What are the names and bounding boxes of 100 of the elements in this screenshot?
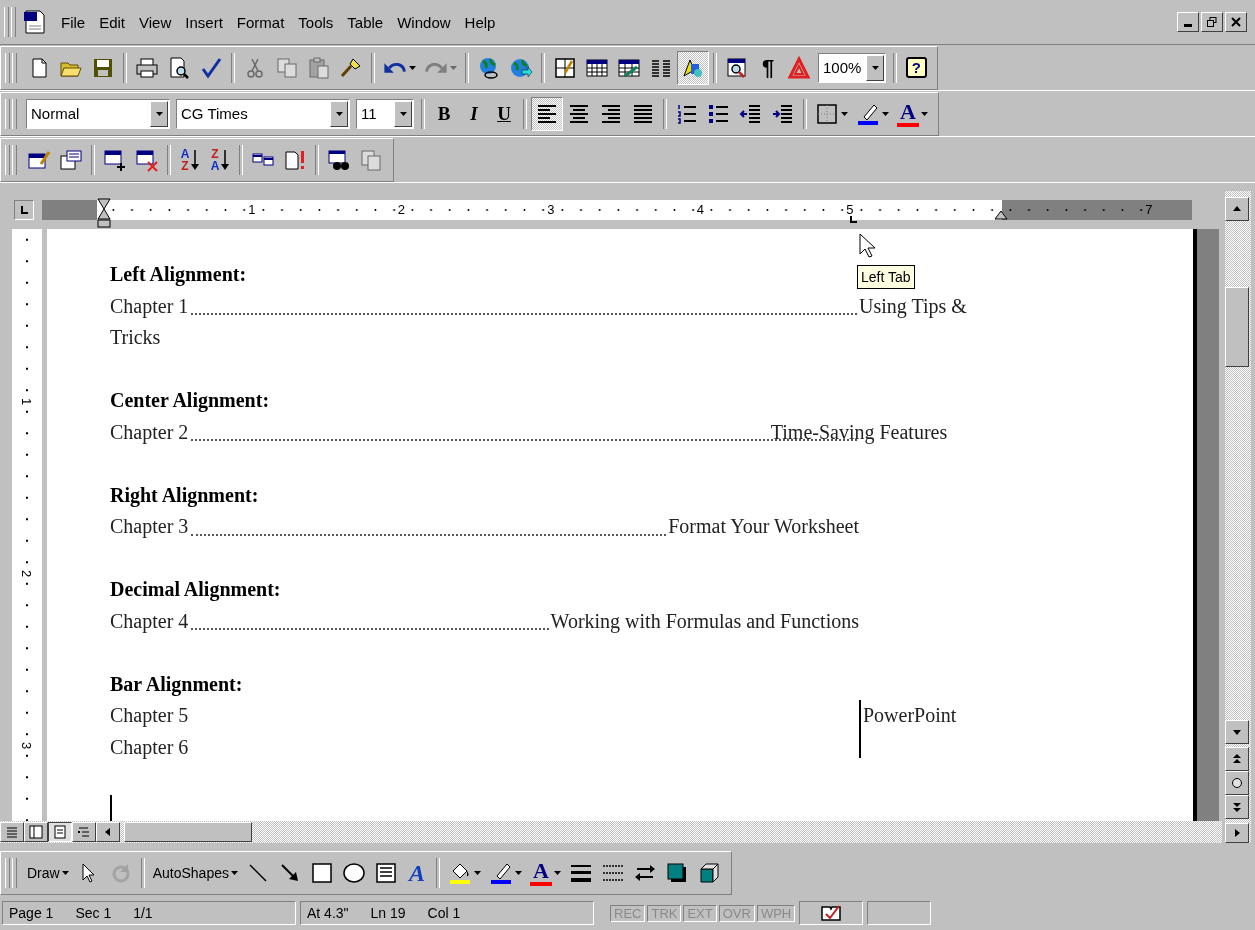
normal-view-button[interactable] — [0, 822, 24, 842]
restore-button[interactable] — [1201, 12, 1223, 32]
right-indent-marker-icon[interactable] — [994, 210, 1008, 220]
windows-icon — [59, 147, 83, 172]
caret-icon — [399, 111, 407, 116]
show-formatting-button[interactable]: ¶ — [753, 50, 783, 85]
tab-selector[interactable] — [14, 200, 34, 220]
curved-arrow-icon — [383, 61, 407, 74]
document-icon — [22, 9, 48, 35]
section-heading: Bar Alignment: — [110, 671, 243, 698]
magnifier-window-icon — [725, 55, 749, 80]
menu-item[interactable]: Window — [390, 11, 458, 33]
chapter-label: Chapter 6 — [110, 734, 189, 761]
scroll-up-button[interactable] — [1225, 197, 1249, 221]
down-arrow-icon — [191, 148, 200, 171]
minimize-button[interactable] — [1177, 12, 1199, 32]
tab-text: Format Your Worksheet — [668, 514, 859, 539]
scroll-right-button[interactable] — [1225, 823, 1249, 843]
bold-button[interactable]: B — [429, 96, 459, 131]
table-pencil-icon — [553, 55, 577, 80]
text-box-icon — [373, 861, 398, 885]
caret-icon — [871, 65, 879, 70]
status-text: Col 1 — [427, 905, 461, 921]
left-tab-marker-icon[interactable] — [848, 216, 857, 224]
border-grid-icon — [815, 101, 839, 126]
autoshapes-button[interactable]: AutoShapes — [148, 856, 242, 890]
triangle-icon — [787, 55, 811, 80]
wordart-button[interactable]: A — [401, 856, 432, 890]
down-arrow-icon — [1232, 728, 1242, 736]
draw-menu-button[interactable]: Draw — [23, 856, 73, 890]
scroll-thumb[interactable] — [1225, 287, 1249, 367]
printer-icon — [135, 55, 159, 80]
font-field[interactable]: CG Times — [176, 98, 350, 129]
status-text: Page 1 — [9, 905, 54, 921]
right-arrow-icon — [1233, 828, 1241, 838]
bar-tab-line — [859, 700, 861, 758]
browse-object-button[interactable] — [1225, 771, 1249, 795]
chapter-label: Chapter 4 — [110, 608, 189, 635]
wrapped-text: Tricks — [110, 325, 161, 350]
close-button[interactable] — [1225, 12, 1247, 32]
indent-marker-icon[interactable] — [97, 198, 111, 228]
next-page-button[interactable] — [1225, 795, 1249, 819]
menu-item[interactable]: Table — [340, 11, 391, 33]
help-button[interactable]: ? — [901, 50, 932, 85]
menu-item[interactable]: Insert — [178, 11, 230, 33]
pages-icon — [359, 147, 383, 172]
previous-page-button[interactable] — [1225, 747, 1249, 771]
caret-icon — [335, 111, 343, 116]
tooltip: Left Tab — [857, 265, 915, 289]
page-layout-button[interactable] — [48, 822, 72, 842]
chapter-label: Chapter 5 — [110, 703, 189, 729]
document-page[interactable] — [47, 229, 1197, 821]
menu-item[interactable]: File — [54, 11, 93, 33]
status-panel — [867, 901, 932, 925]
scroll-thumb[interactable] — [124, 822, 252, 842]
drawing-button[interactable] — [677, 50, 709, 85]
caret-icon — [155, 111, 163, 116]
double-up-arrow-icon — [1232, 753, 1242, 765]
mouse-pointer-icon — [859, 233, 877, 259]
book-check-icon — [820, 904, 843, 922]
left-arrow-icon — [104, 827, 112, 837]
magnifier-page-icon — [167, 55, 191, 80]
chapter-label: Chapter 2 — [110, 419, 189, 446]
font-size-field[interactable]: 11 — [356, 98, 414, 129]
tab-text: PowerPoint — [863, 703, 957, 728]
font-color-button[interactable]: A — [525, 856, 565, 890]
align-left-button[interactable] — [531, 96, 563, 131]
sort-descending-button[interactable]: Z A — [205, 142, 235, 177]
table-cross-icon — [135, 147, 159, 172]
underline-button[interactable]: U — [489, 96, 519, 131]
menu-item[interactable]: Format — [229, 11, 292, 33]
down-arrow-icon — [221, 148, 230, 171]
font-color-button[interactable]: A — [893, 96, 932, 131]
oval-icon — [341, 861, 366, 885]
zoom-field[interactable]: 100% — [818, 52, 887, 83]
rectangle-icon — [309, 861, 334, 885]
circle-icon — [1231, 777, 1243, 789]
view-icon — [52, 824, 68, 840]
sort-ascending-button[interactable]: A Z — [175, 142, 205, 177]
style-field[interactable]: Normal — [26, 98, 170, 129]
menu-item[interactable]: Tools — [291, 11, 341, 33]
italic-button[interactable]: I — [459, 96, 489, 131]
globe-chain-icon — [477, 55, 501, 80]
menu-item[interactable]: View — [132, 11, 179, 33]
table-plus-icon — [103, 147, 127, 172]
online-layout-button[interactable] — [24, 822, 48, 842]
left-tab-icon — [19, 205, 29, 215]
up-arrow-icon — [1232, 205, 1242, 213]
menu-item[interactable]: Edit — [92, 11, 133, 33]
view-icon — [4, 824, 20, 840]
outline-view-button[interactable] — [72, 822, 96, 842]
scroll-down-button[interactable] — [1225, 720, 1249, 744]
pen-icon — [488, 861, 513, 885]
scroll-left-button[interactable] — [96, 822, 120, 842]
section-heading: Decimal Alignment: — [110, 577, 281, 603]
menu-item[interactable]: Help — [457, 11, 503, 33]
minimize-icon — [1184, 23, 1192, 27]
horizontal-ruler[interactable]: 1 2 3 4 5 7 — [42, 200, 1192, 220]
text-cursor — [110, 794, 112, 821]
chapter-label: Chapter 3 — [110, 514, 189, 540]
